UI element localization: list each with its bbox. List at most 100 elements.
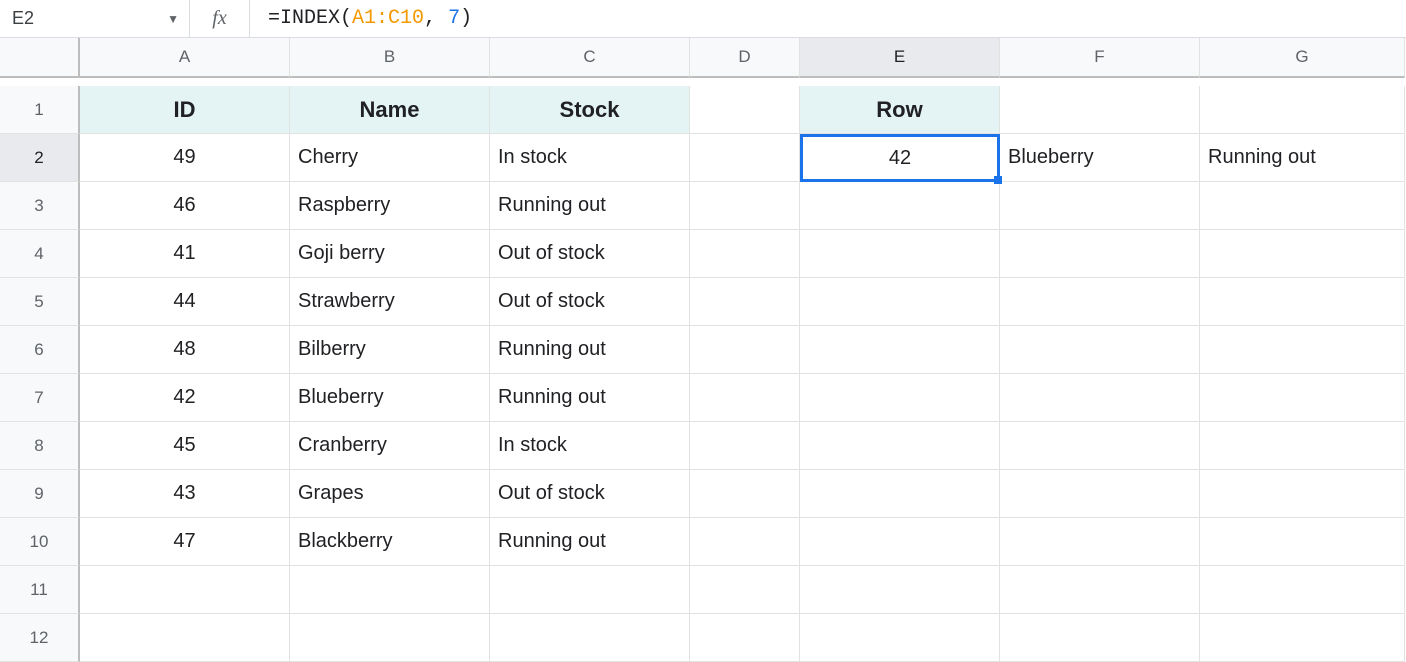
col-header-E[interactable]: E — [800, 38, 1000, 78]
cell-F8[interactable] — [1000, 422, 1200, 470]
cell-A4[interactable]: 41 — [80, 230, 290, 278]
cell-C1[interactable]: Stock — [490, 86, 690, 134]
row-header-2[interactable]: 2 — [0, 134, 80, 182]
cell-A11[interactable] — [80, 566, 290, 614]
cell-F11[interactable] — [1000, 566, 1200, 614]
row-header-1[interactable]: 1 — [0, 86, 80, 134]
name-box[interactable]: E2 ▼ — [0, 0, 190, 37]
cell-D7[interactable] — [690, 374, 800, 422]
cell-C9[interactable]: Out of stock — [490, 470, 690, 518]
cell-A7[interactable]: 42 — [80, 374, 290, 422]
cell-D6[interactable] — [690, 326, 800, 374]
cell-C8[interactable]: In stock — [490, 422, 690, 470]
row-header-6[interactable]: 6 — [0, 326, 80, 374]
spreadsheet-grid[interactable]: A B C D E F G 1 ID Name Stock Row 2 49 C… — [0, 38, 1406, 662]
cell-D11[interactable] — [690, 566, 800, 614]
cell-C6[interactable]: Running out — [490, 326, 690, 374]
cell-D8[interactable] — [690, 422, 800, 470]
cell-G9[interactable] — [1200, 470, 1405, 518]
row-header-10[interactable]: 10 — [0, 518, 80, 566]
cell-G5[interactable] — [1200, 278, 1405, 326]
row-header-11[interactable]: 11 — [0, 566, 80, 614]
cell-G12[interactable] — [1200, 614, 1405, 662]
cell-C12[interactable] — [490, 614, 690, 662]
cell-D2[interactable] — [690, 134, 800, 182]
cell-D9[interactable] — [690, 470, 800, 518]
cell-E11[interactable] — [800, 566, 1000, 614]
cell-G10[interactable] — [1200, 518, 1405, 566]
cell-B8[interactable]: Cranberry — [290, 422, 490, 470]
cell-D1[interactable] — [690, 86, 800, 134]
col-header-A[interactable]: A — [80, 38, 290, 78]
cell-E8[interactable] — [800, 422, 1000, 470]
cell-D10[interactable] — [690, 518, 800, 566]
cell-B10[interactable]: Blackberry — [290, 518, 490, 566]
cell-G1[interactable] — [1200, 86, 1405, 134]
cell-F9[interactable] — [1000, 470, 1200, 518]
row-header-8[interactable]: 8 — [0, 422, 80, 470]
cell-F4[interactable] — [1000, 230, 1200, 278]
cell-B5[interactable]: Strawberry — [290, 278, 490, 326]
cell-B9[interactable]: Grapes — [290, 470, 490, 518]
cell-F3[interactable] — [1000, 182, 1200, 230]
cell-E2-selected[interactable]: 42 — [800, 134, 1000, 182]
cell-F2[interactable]: Blueberry — [1000, 134, 1200, 182]
row-header-3[interactable]: 3 — [0, 182, 80, 230]
col-header-F[interactable]: F — [1000, 38, 1200, 78]
cell-A12[interactable] — [80, 614, 290, 662]
row-header-9[interactable]: 9 — [0, 470, 80, 518]
cell-A3[interactable]: 46 — [80, 182, 290, 230]
cell-F5[interactable] — [1000, 278, 1200, 326]
cell-B6[interactable]: Bilberry — [290, 326, 490, 374]
cell-C2[interactable]: In stock — [490, 134, 690, 182]
cell-A5[interactable]: 44 — [80, 278, 290, 326]
cell-G11[interactable] — [1200, 566, 1405, 614]
cell-E3[interactable] — [800, 182, 1000, 230]
cell-C3[interactable]: Running out — [490, 182, 690, 230]
col-header-B[interactable]: B — [290, 38, 490, 78]
cell-E1[interactable]: Row — [800, 86, 1000, 134]
cell-E12[interactable] — [800, 614, 1000, 662]
cell-B12[interactable] — [290, 614, 490, 662]
cell-D12[interactable] — [690, 614, 800, 662]
cell-C10[interactable]: Running out — [490, 518, 690, 566]
formula-input[interactable]: =INDEX(A1:C10, 7) — [250, 0, 1406, 37]
cell-F1[interactable] — [1000, 86, 1200, 134]
cell-A6[interactable]: 48 — [80, 326, 290, 374]
cell-E4[interactable] — [800, 230, 1000, 278]
cell-A2[interactable]: 49 — [80, 134, 290, 182]
cell-G6[interactable] — [1200, 326, 1405, 374]
cell-G2[interactable]: Running out — [1200, 134, 1405, 182]
row-header-4[interactable]: 4 — [0, 230, 80, 278]
cell-B1[interactable]: Name — [290, 86, 490, 134]
col-header-G[interactable]: G — [1200, 38, 1405, 78]
cell-D5[interactable] — [690, 278, 800, 326]
cell-A1[interactable]: ID — [80, 86, 290, 134]
cell-G7[interactable] — [1200, 374, 1405, 422]
cell-A8[interactable]: 45 — [80, 422, 290, 470]
cell-E6[interactable] — [800, 326, 1000, 374]
cell-F6[interactable] — [1000, 326, 1200, 374]
cell-E5[interactable] — [800, 278, 1000, 326]
cell-G8[interactable] — [1200, 422, 1405, 470]
cell-F12[interactable] — [1000, 614, 1200, 662]
cell-C5[interactable]: Out of stock — [490, 278, 690, 326]
cell-E7[interactable] — [800, 374, 1000, 422]
cell-E10[interactable] — [800, 518, 1000, 566]
cell-A10[interactable]: 47 — [80, 518, 290, 566]
cell-C7[interactable]: Running out — [490, 374, 690, 422]
cell-C11[interactable] — [490, 566, 690, 614]
cell-B2[interactable]: Cherry — [290, 134, 490, 182]
cell-G4[interactable] — [1200, 230, 1405, 278]
name-box-dropdown-icon[interactable]: ▼ — [167, 12, 179, 26]
cell-G3[interactable] — [1200, 182, 1405, 230]
col-header-C[interactable]: C — [490, 38, 690, 78]
cell-A9[interactable]: 43 — [80, 470, 290, 518]
cell-D4[interactable] — [690, 230, 800, 278]
cell-D3[interactable] — [690, 182, 800, 230]
col-header-D[interactable]: D — [690, 38, 800, 78]
row-header-7[interactable]: 7 — [0, 374, 80, 422]
select-all-corner[interactable] — [0, 38, 80, 78]
cell-E9[interactable] — [800, 470, 1000, 518]
cell-B4[interactable]: Goji berry — [290, 230, 490, 278]
